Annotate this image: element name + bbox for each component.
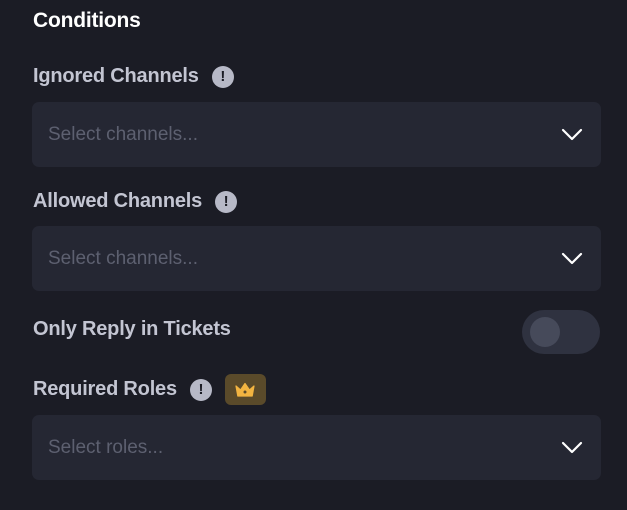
- allowed-channels-label: Allowed Channels !: [33, 190, 238, 213]
- required-roles-label: Required Roles !: [33, 374, 266, 405]
- chevron-down-icon: [561, 441, 583, 453]
- chevron-down-icon: [561, 128, 583, 140]
- ignored-channels-placeholder: Select channels...: [48, 123, 198, 145]
- ignored-channels-label-text: Ignored Channels: [33, 65, 199, 87]
- section-title: Conditions: [33, 9, 141, 32]
- info-icon[interactable]: !: [189, 378, 212, 401]
- required-roles-select[interactable]: Select roles...: [32, 415, 601, 480]
- info-icon[interactable]: !: [215, 190, 238, 213]
- info-icon[interactable]: !: [211, 65, 234, 88]
- allowed-channels-placeholder: Select channels...: [48, 247, 198, 269]
- premium-badge: [224, 374, 266, 405]
- chevron-down-icon: [561, 252, 583, 264]
- crown-icon: [235, 382, 256, 397]
- ignored-channels-label: Ignored Channels !: [33, 65, 234, 88]
- only-reply-in-tickets-label: Only Reply in Tickets: [33, 318, 231, 340]
- allowed-channels-select[interactable]: Select channels...: [32, 226, 601, 291]
- conditions-panel: Conditions Ignored Channels ! Select cha…: [0, 0, 627, 510]
- required-roles-label-text: Required Roles: [33, 378, 177, 400]
- required-roles-placeholder: Select roles...: [48, 436, 164, 458]
- toggle-knob: [530, 317, 560, 347]
- ignored-channels-select[interactable]: Select channels...: [32, 102, 601, 167]
- allowed-channels-label-text: Allowed Channels: [33, 190, 203, 212]
- only-reply-in-tickets-toggle[interactable]: [522, 310, 600, 354]
